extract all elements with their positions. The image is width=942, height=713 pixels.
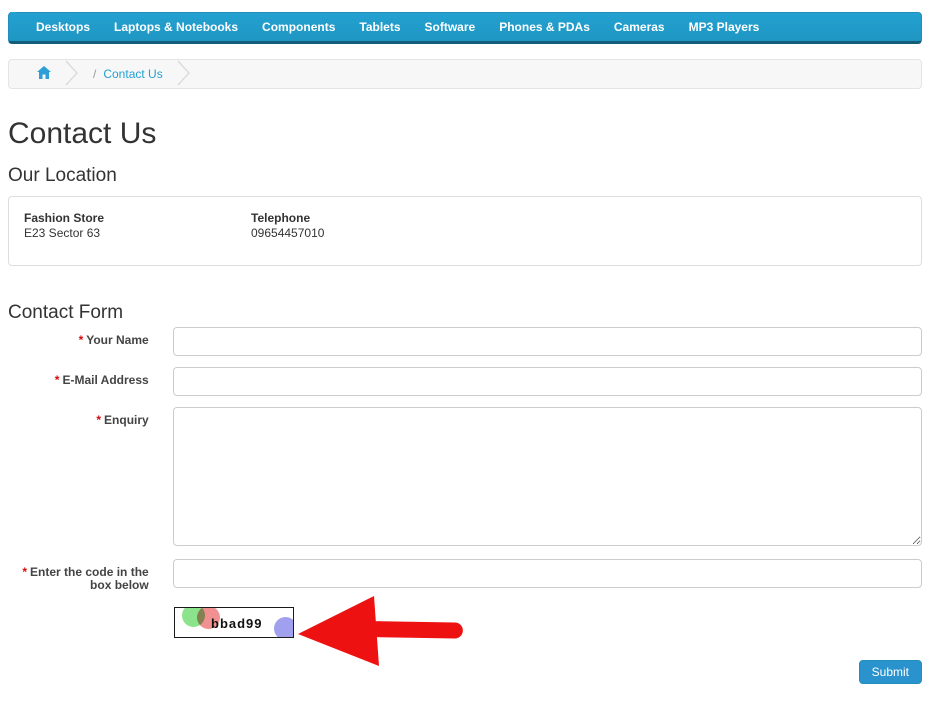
captcha-label: * Enter the code in the box below — [22, 565, 149, 592]
location-panel: Fashion Store E23 Sector 63 Telephone 09… — [8, 196, 922, 266]
breadcrumb-separator: / — [93, 67, 97, 81]
enquiry-textarea[interactable] — [172, 407, 922, 546]
captcha-purple-circle — [274, 617, 293, 637]
email-field-row: * E-Mail Address — [8, 367, 922, 396]
name-label: * Your Name — [78, 333, 149, 347]
breadcrumb: / Contact Us — [8, 59, 922, 89]
captcha-image: bbad99 — [174, 607, 294, 638]
location-telephone-column: Telephone 09654457010 — [251, 211, 324, 251]
captcha-row: bbad99 — [8, 607, 922, 638]
submit-row: Submit — [8, 660, 922, 684]
store-name: Fashion Store — [24, 211, 105, 225]
required-marker: * — [96, 413, 102, 427]
name-input[interactable] — [172, 327, 922, 356]
clipped-header-fragment — [10, 12, 16, 14]
enquiry-field-row: * Enquiry — [8, 407, 922, 546]
breadcrumb-home-link[interactable] — [37, 66, 51, 82]
enquiry-label: * Enquiry — [96, 413, 149, 427]
page-title: Contact Us — [8, 117, 157, 150]
location-heading: Our Location — [8, 165, 117, 186]
nav-item-mp3[interactable]: MP3 Players — [677, 13, 772, 41]
chevron-right-icon — [177, 60, 191, 88]
home-icon — [37, 66, 51, 82]
location-address-column: Fashion Store E23 Sector 63 — [24, 211, 251, 251]
chevron-right-icon — [65, 60, 79, 88]
email-label: * E-Mail Address — [54, 373, 149, 387]
nav-item-software[interactable]: Software — [413, 13, 488, 41]
store-address: E23 Sector 63 — [24, 226, 101, 240]
required-marker: * — [78, 333, 84, 347]
captcha-spacer — [8, 607, 174, 638]
nav-item-desktops[interactable]: Desktops — [24, 13, 102, 41]
page-container: Desktops Laptops & Notebooks Components … — [8, 12, 922, 684]
telephone-number: 09654457010 — [251, 226, 325, 240]
email-input[interactable] — [172, 367, 922, 396]
captcha-code-text: bbad99 — [211, 616, 263, 631]
contact-form: * Your Name * E-Mail Address * Enquiry * Ent… — [8, 327, 922, 684]
telephone-label: Telephone — [251, 211, 311, 225]
nav-item-components[interactable]: Components — [250, 13, 347, 41]
nav-item-phones[interactable]: Phones & PDAs — [487, 13, 602, 41]
captcha-input[interactable] — [172, 559, 922, 588]
nav-item-laptops[interactable]: Laptops & Notebooks — [102, 13, 250, 41]
name-field-row: * Your Name — [8, 327, 922, 356]
main-menu: Desktops Laptops & Notebooks Components … — [8, 12, 922, 44]
captcha-field-row: * Enter the code in the box below — [8, 559, 922, 592]
required-marker: * — [54, 373, 60, 387]
breadcrumb-contact-us-link[interactable]: Contact Us — [103, 67, 162, 81]
nav-item-tablets[interactable]: Tablets — [347, 13, 412, 41]
submit-button[interactable]: Submit — [858, 660, 922, 684]
nav-item-cameras[interactable]: Cameras — [602, 13, 677, 41]
required-marker: * — [22, 565, 28, 579]
contact-form-heading: Contact Form — [8, 302, 124, 323]
